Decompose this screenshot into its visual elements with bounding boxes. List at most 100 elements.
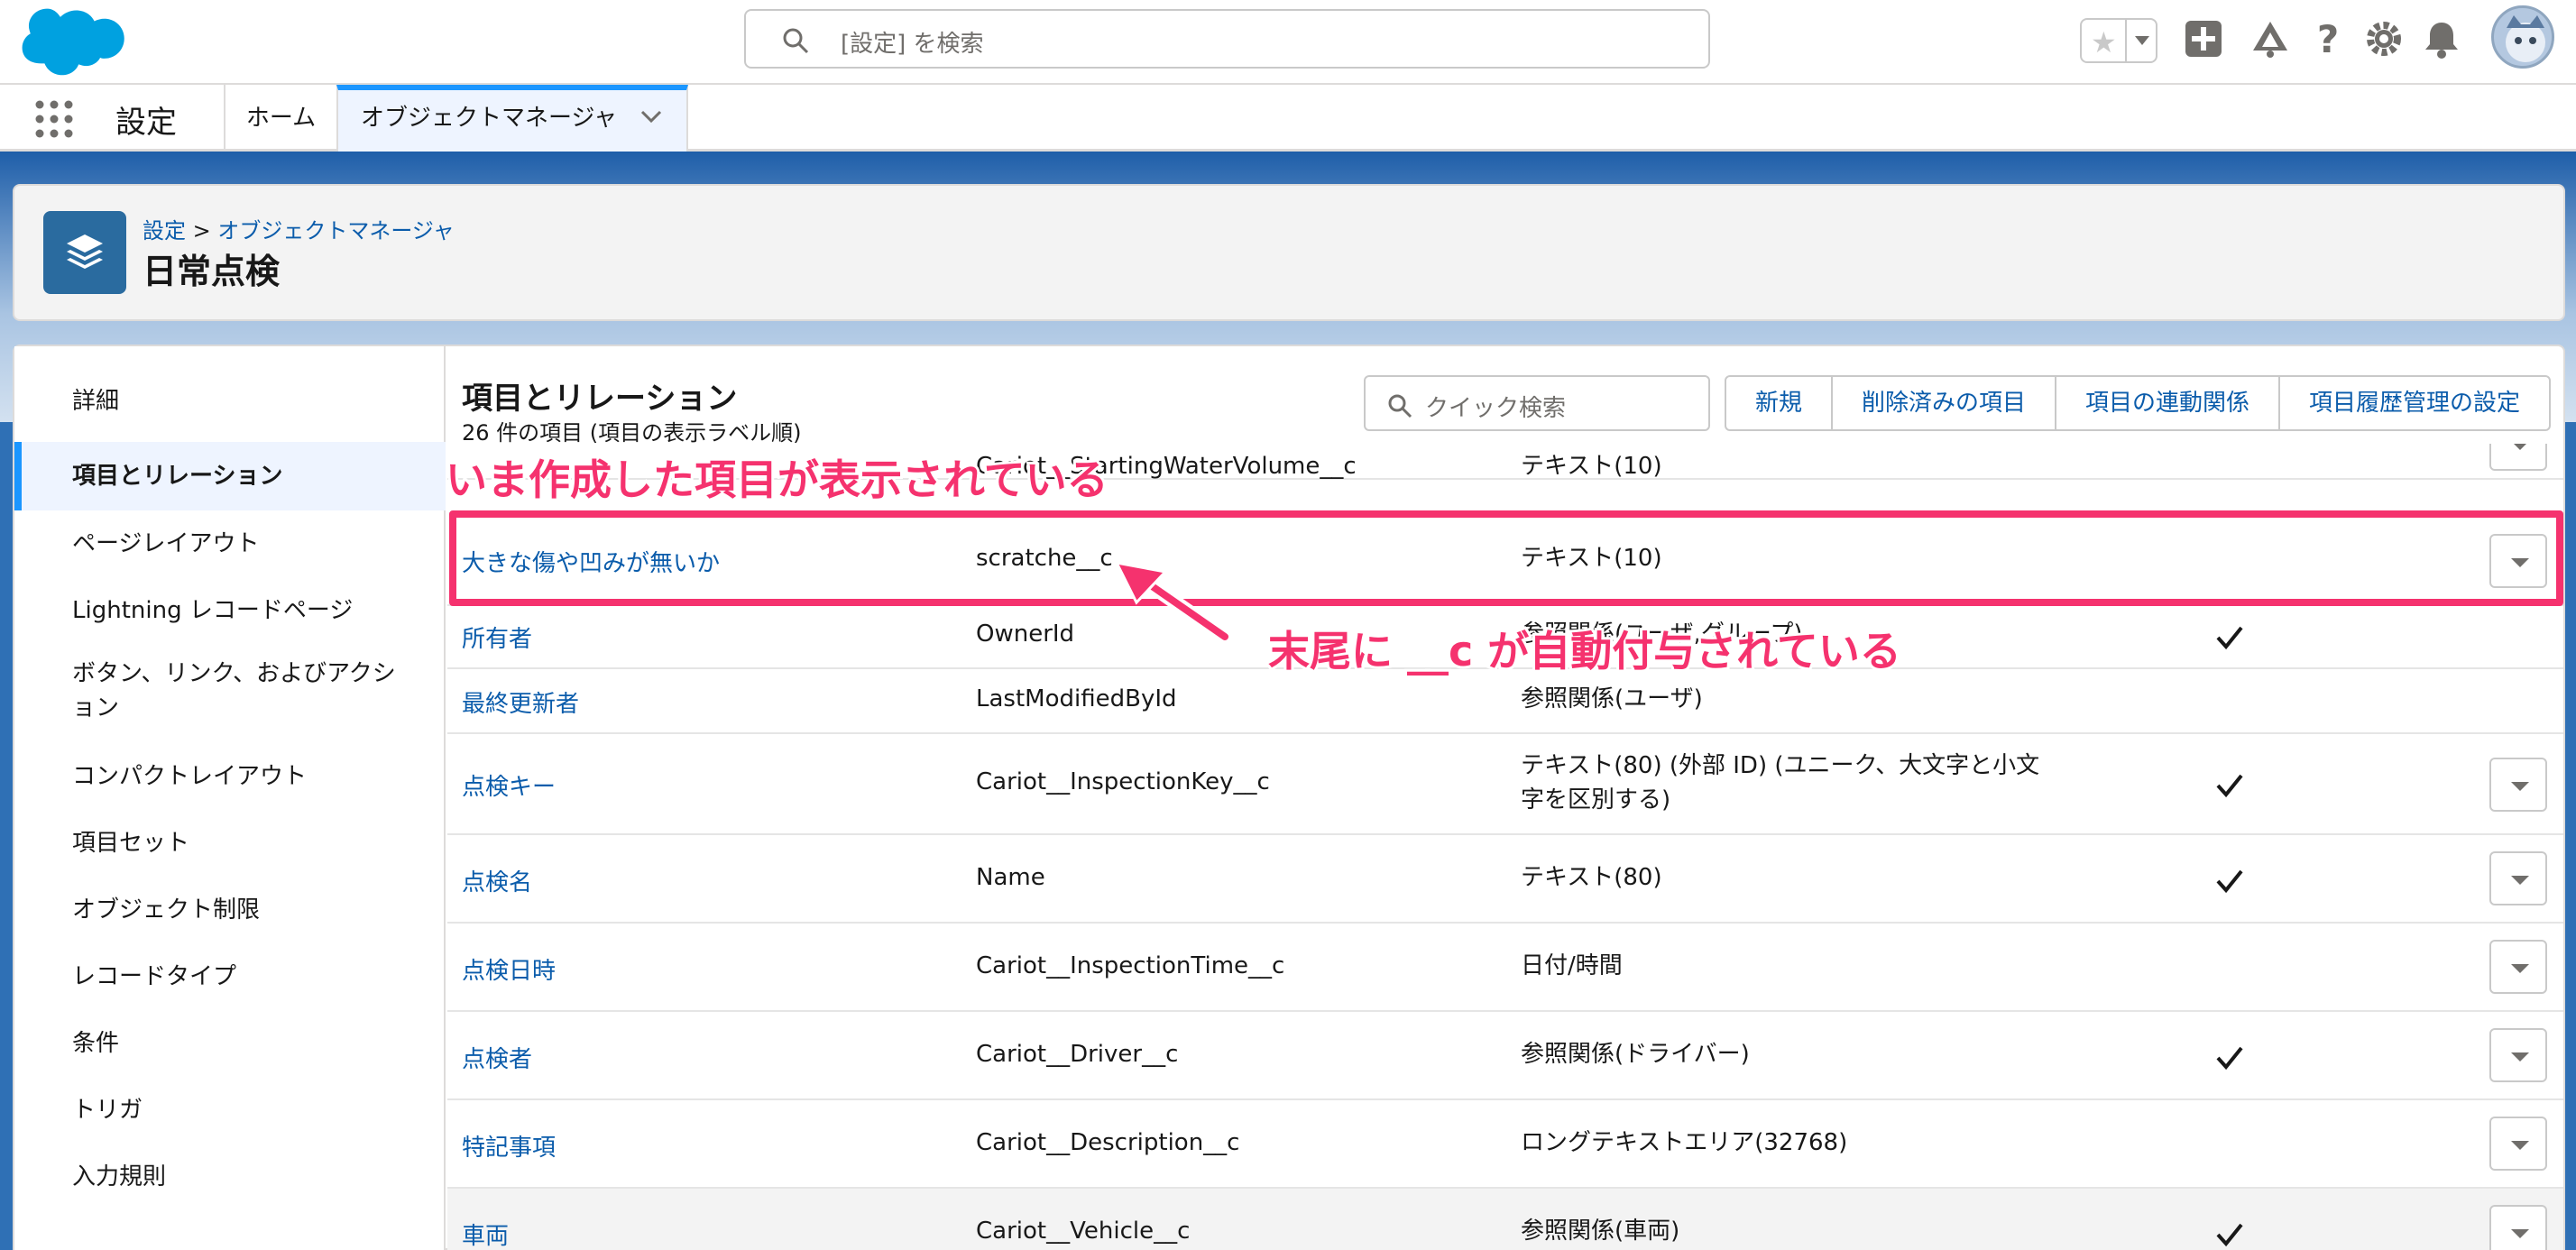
table-row: 特記事項 Cariot__Description__c ロングテキストエリア(3… bbox=[447, 1100, 2563, 1189]
sidebar-item-field-sets[interactable]: 項目セット bbox=[14, 824, 446, 858]
app-nav: 設定 ホーム オブジェクトマネージャ bbox=[0, 85, 2576, 152]
deleted-fields-button[interactable]: 削除済みの項目 bbox=[1833, 377, 2057, 429]
sidebar-item-details[interactable]: 詳細 bbox=[14, 382, 446, 416]
object-header: 設定 > オブジェクトマネージャ 日常点検 bbox=[13, 184, 2565, 321]
section-subtitle: 26 件の項目 (項目の表示ラベル順) bbox=[462, 420, 802, 446]
check-icon bbox=[2216, 1046, 2243, 1071]
chevron-down-icon[interactable] bbox=[2125, 20, 2156, 61]
app-name: 設定 bbox=[115, 105, 177, 141]
row-actions-menu[interactable] bbox=[2489, 444, 2547, 471]
table-row: 点検者 Cariot__Driver__c 参照関係(ドライバー) bbox=[447, 1012, 2563, 1100]
new-button[interactable]: 新規 bbox=[1726, 377, 1834, 429]
field-type: 参照関係(ドライバー) bbox=[1521, 1041, 1750, 1068]
section-title: 項目とリレーション bbox=[462, 381, 738, 417]
check-icon bbox=[2216, 626, 2243, 650]
tab-home-label: ホーム bbox=[245, 105, 317, 132]
app-launcher-icon[interactable] bbox=[34, 99, 74, 139]
global-search[interactable]: [設定] を検索 bbox=[744, 9, 1710, 69]
favorites-button[interactable]: ★ bbox=[2080, 18, 2157, 63]
tab-object-manager-label: オブジェクトマネージャ bbox=[361, 105, 618, 132]
search-icon bbox=[1388, 394, 1412, 418]
help-icon[interactable]: ? bbox=[2307, 18, 2349, 60]
field-api-name: OwnerId bbox=[976, 620, 1075, 648]
sidebar-item-object-limits[interactable]: オブジェクト制限 bbox=[14, 891, 446, 924]
user-avatar[interactable] bbox=[2491, 5, 2554, 69]
tab-home[interactable]: ホーム bbox=[224, 85, 336, 152]
field-label[interactable]: 点検名 bbox=[462, 864, 532, 897]
add-icon[interactable] bbox=[2183, 18, 2224, 60]
check-icon bbox=[2216, 1223, 2243, 1247]
annotation-top: いま作成した項目が表示されている bbox=[443, 453, 1111, 507]
field-history-button[interactable]: 項目履歴管理の設定 bbox=[2280, 377, 2549, 429]
row-actions-menu[interactable] bbox=[2489, 1205, 2547, 1250]
sidebar-item-triggers[interactable]: トリガ bbox=[14, 1091, 446, 1125]
global-header: [設定] を検索 ★ ? bbox=[0, 0, 2576, 85]
gear-icon[interactable] bbox=[2363, 18, 2405, 60]
row-actions-menu[interactable] bbox=[2489, 1117, 2547, 1171]
table-row: 最終更新者 LastModifiedById 参照関係(ユーザ) bbox=[447, 669, 2563, 734]
trailhead-icon[interactable] bbox=[2249, 18, 2291, 60]
table-row: 点検名 Name テキスト(80) bbox=[447, 835, 2563, 924]
field-type: テキスト(80) (外部 ID) (ユニーク、大文字と小文字を区別する) bbox=[1521, 752, 2040, 813]
page-title: 日常点検 bbox=[143, 252, 281, 291]
breadcrumb: 設定 > オブジェクトマネージャ bbox=[143, 213, 455, 244]
field-label[interactable]: 点検日時 bbox=[462, 952, 556, 986]
chevron-down-icon[interactable] bbox=[640, 110, 662, 123]
sidebar-item-compact-layouts[interactable]: コンパクトレイアウト bbox=[14, 758, 446, 791]
star-icon: ★ bbox=[2091, 25, 2117, 60]
field-label[interactable]: 所有者 bbox=[462, 620, 532, 654]
field-api-name: Cariot__Description__c bbox=[976, 1129, 1240, 1156]
field-api-name: Cariot__InspectionKey__c bbox=[976, 768, 1270, 795]
row-actions-menu[interactable] bbox=[2489, 758, 2547, 812]
field-type: 参照関係(ユーザ) bbox=[1521, 685, 1703, 712]
table-row: 点検日時 Cariot__InspectionTime__c 日付/時間 bbox=[447, 924, 2563, 1012]
avatar-icon bbox=[2506, 15, 2545, 62]
sidebar: 詳細 項目とリレーション ページレイアウト Lightning レコードページ … bbox=[14, 346, 446, 1250]
row-actions-menu[interactable] bbox=[2489, 940, 2547, 994]
check-icon bbox=[2216, 774, 2243, 798]
table-row: 点検キー Cariot__InspectionKey__c テキスト(80) (… bbox=[447, 734, 2563, 835]
breadcrumb-object-manager[interactable]: オブジェクトマネージャ bbox=[217, 218, 454, 244]
row-actions-menu[interactable] bbox=[2489, 1028, 2547, 1082]
sidebar-item-page-layouts[interactable]: ページレイアウト bbox=[14, 525, 446, 558]
salesforce-logo[interactable] bbox=[18, 5, 124, 78]
object-icon bbox=[43, 211, 126, 294]
field-label[interactable]: 特記事項 bbox=[462, 1129, 556, 1163]
sidebar-item-fields[interactable]: 項目とリレーション bbox=[14, 442, 446, 510]
sidebar-item-criteria[interactable]: 条件 bbox=[14, 1025, 446, 1058]
field-type: ロングテキストエリア(32768) bbox=[1521, 1129, 1848, 1156]
check-icon bbox=[2216, 869, 2243, 894]
breadcrumb-separator: > bbox=[192, 218, 211, 244]
search-placeholder: [設定] を検索 bbox=[841, 31, 984, 58]
svg-text:?: ? bbox=[2317, 18, 2339, 60]
layers-icon bbox=[67, 234, 103, 269]
breadcrumb-setup[interactable]: 設定 bbox=[143, 218, 186, 244]
bell-icon[interactable] bbox=[2421, 18, 2462, 60]
field-api-name: Cariot__InspectionTime__c bbox=[976, 952, 1285, 979]
sidebar-item-validation-rules[interactable]: 入力規則 bbox=[14, 1158, 446, 1191]
quick-search-placeholder: クイック検索 bbox=[1425, 395, 1567, 422]
field-label[interactable]: 点検者 bbox=[462, 1041, 532, 1074]
field-api-name: Name bbox=[976, 864, 1045, 891]
quick-search-input[interactable]: クイック検索 bbox=[1364, 375, 1710, 431]
field-type: 参照関係(車両) bbox=[1521, 1218, 1680, 1245]
table-row: 車両 Cariot__Vehicle__c 参照関係(車両) bbox=[447, 1189, 2563, 1250]
sidebar-item-lightning-pages[interactable]: Lightning レコードページ bbox=[14, 592, 446, 625]
field-type: テキスト(80) bbox=[1521, 864, 1662, 891]
sidebar-item-buttons-links[interactable]: ボタン、リンク、およびアクション bbox=[14, 657, 411, 725]
action-button-group: 新規 削除済みの項目 項目の連動関係 項目履歴管理の設定 bbox=[1725, 375, 2552, 431]
field-label[interactable]: 点検キー bbox=[462, 768, 556, 802]
field-api-name: LastModifiedById bbox=[976, 685, 1177, 712]
highlight-box bbox=[449, 510, 2563, 606]
row-actions-menu[interactable] bbox=[2489, 851, 2547, 905]
tab-object-manager[interactable]: オブジェクトマネージャ bbox=[336, 85, 688, 152]
field-api-name: Cariot__Vehicle__c bbox=[976, 1218, 1191, 1245]
annotation-arrow-note: 末尾に __c が自動付与されている bbox=[1265, 624, 1904, 678]
field-api-name: Cariot__Driver__c bbox=[976, 1041, 1179, 1068]
field-label[interactable]: 最終更新者 bbox=[462, 685, 579, 719]
field-type: テキスト(10) bbox=[1521, 453, 1662, 480]
field-label[interactable]: 車両 bbox=[462, 1218, 509, 1250]
sidebar-item-record-types[interactable]: レコードタイプ bbox=[14, 958, 446, 991]
field-dependencies-button[interactable]: 項目の連動関係 bbox=[2056, 377, 2281, 429]
annotation-arrow bbox=[1114, 560, 1232, 644]
